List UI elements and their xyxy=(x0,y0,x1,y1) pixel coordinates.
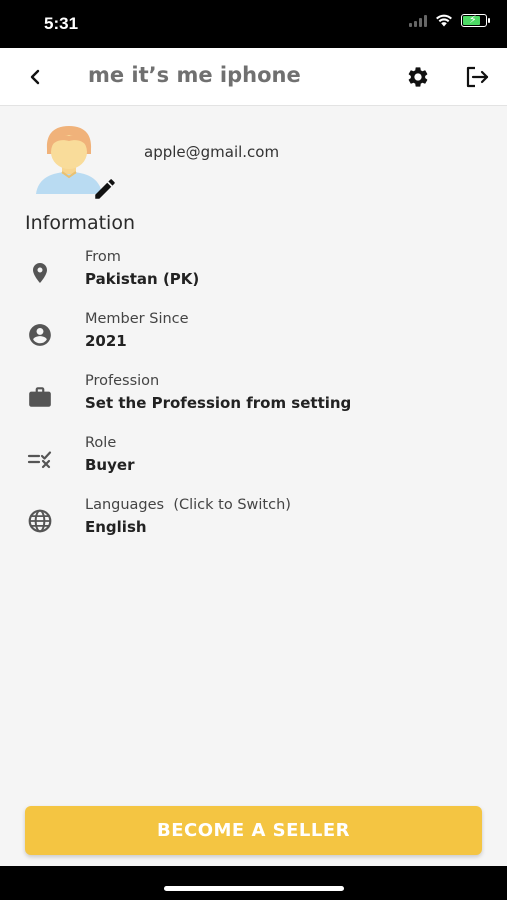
back-button[interactable] xyxy=(20,62,50,92)
info-value: Buyer xyxy=(85,456,135,474)
wifi-icon xyxy=(436,14,452,27)
info-label: Role xyxy=(85,435,117,451)
settings-button[interactable] xyxy=(403,62,433,92)
edit-profile-button[interactable] xyxy=(92,176,118,202)
logout-button[interactable] xyxy=(462,62,492,92)
logout-icon xyxy=(466,66,489,88)
location-pin-icon xyxy=(26,259,54,287)
info-value: Pakistan (PK) xyxy=(85,270,200,288)
info-row-from: From Pakistan (PK) xyxy=(24,249,484,299)
profile-email: apple@gmail.com xyxy=(144,143,280,161)
globe-icon xyxy=(26,507,54,535)
info-row-role: Role Buyer xyxy=(24,435,484,485)
cellular-signal-icon xyxy=(409,14,427,27)
home-area xyxy=(0,866,507,900)
info-value: English xyxy=(85,518,147,536)
home-indicator[interactable] xyxy=(164,886,344,891)
info-row-member-since: Member Since 2021 xyxy=(24,311,484,361)
briefcase-icon xyxy=(26,383,54,411)
information-heading: Information xyxy=(25,212,135,234)
status-time: 5:31 xyxy=(44,14,79,33)
info-label: From xyxy=(85,249,121,265)
info-row-profession: Profession Set the Profession from setti… xyxy=(24,373,484,423)
gear-icon xyxy=(408,67,428,87)
info-label: Member Since xyxy=(85,311,189,327)
info-value: Set the Profession from setting xyxy=(85,394,352,412)
page-title: me it’s me iphone xyxy=(88,63,301,87)
status-bar: 5:31 ⚡ xyxy=(0,0,507,48)
become-seller-button[interactable]: BECOME A SELLER xyxy=(25,806,482,855)
account-circle-icon xyxy=(26,321,54,349)
status-icons: ⚡ xyxy=(409,13,490,27)
info-label: Profession xyxy=(85,373,160,389)
pencil-icon xyxy=(95,179,115,199)
info-row-languages[interactable]: Languages (Click to Switch) English xyxy=(24,497,484,547)
battery-icon: ⚡ xyxy=(461,13,490,27)
app-bar: me it’s me iphone xyxy=(0,48,507,106)
info-value: 2021 xyxy=(85,332,127,350)
role-rule-icon xyxy=(26,445,54,473)
chevron-left-icon xyxy=(30,69,40,85)
info-label: Languages (Click to Switch) xyxy=(85,497,291,513)
